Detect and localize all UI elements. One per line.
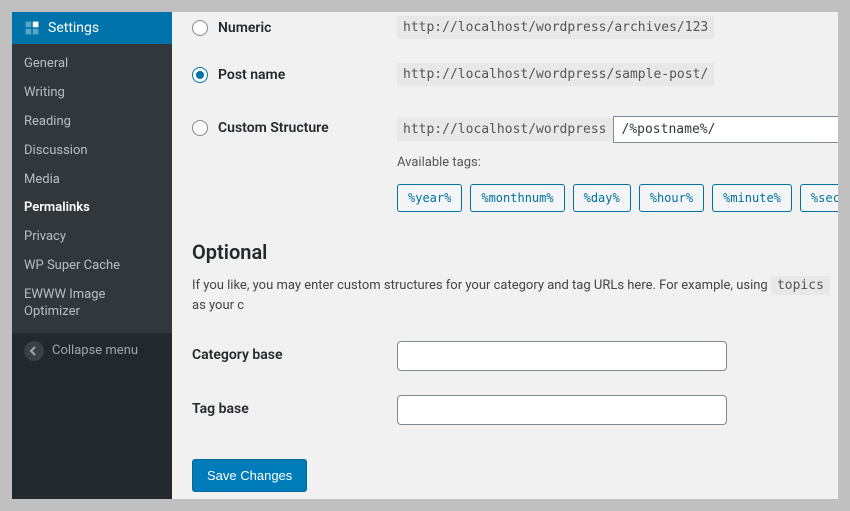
- radio-custom[interactable]: [192, 120, 208, 136]
- sidebar-heading-label: Settings: [48, 20, 99, 36]
- tag-hour[interactable]: %hour%: [639, 184, 704, 212]
- tag-day[interactable]: %day%: [573, 184, 631, 212]
- sidebar-item-permalinks[interactable]: Permalinks: [12, 194, 172, 223]
- collapse-label: Collapse menu: [52, 343, 138, 358]
- category-base-row: Category base: [192, 341, 838, 371]
- radio-postname-label: Post name: [218, 67, 285, 83]
- sidebar-item-general[interactable]: General: [12, 50, 172, 79]
- example-code: topics: [771, 276, 830, 295]
- radio-custom-label: Custom Structure: [218, 120, 329, 136]
- collapse-menu-button[interactable]: Collapse menu: [12, 333, 172, 369]
- sidebar-item-ewww[interactable]: EWWW Image Optimizer: [12, 281, 172, 327]
- category-base-input[interactable]: [397, 341, 727, 371]
- save-button[interactable]: Save Changes: [192, 459, 307, 492]
- tag-base-input[interactable]: [397, 395, 727, 425]
- category-base-label: Category base: [192, 341, 397, 363]
- sidebar-heading-settings[interactable]: Settings: [12, 12, 172, 44]
- tag-base-row: Tag base: [192, 395, 838, 425]
- custom-prefix: http://localhost/wordpress: [397, 118, 613, 141]
- optional-description: If you like, you may enter custom struct…: [192, 276, 838, 315]
- settings-icon: [24, 20, 40, 36]
- sidebar-item-privacy[interactable]: Privacy: [12, 223, 172, 252]
- radio-numeric-label: Numeric: [218, 20, 271, 36]
- content-area: Numeric http://localhost/wordpress/archi…: [172, 12, 838, 499]
- permalink-option-postname: Post name http://localhost/wordpress/sam…: [192, 63, 838, 86]
- sidebar-item-reading[interactable]: Reading: [12, 108, 172, 137]
- permalink-option-numeric: Numeric http://localhost/wordpress/archi…: [192, 16, 838, 39]
- radio-numeric[interactable]: [192, 20, 208, 36]
- postname-example: http://localhost/wordpress/sample-post/: [397, 63, 714, 86]
- tag-minute[interactable]: %minute%: [712, 184, 792, 212]
- custom-structure-input[interactable]: [613, 116, 839, 143]
- tag-monthnum[interactable]: %monthnum%: [470, 184, 564, 212]
- sidebar-item-writing[interactable]: Writing: [12, 79, 172, 108]
- sidebar-item-media[interactable]: Media: [12, 166, 172, 195]
- numeric-example: http://localhost/wordpress/archives/123: [397, 16, 714, 39]
- available-tags-label: Available tags:: [397, 155, 838, 170]
- radio-postname[interactable]: [192, 67, 208, 83]
- admin-sidebar: Settings General Writing Reading Discuss…: [12, 12, 172, 499]
- sidebar-item-wp-super-cache[interactable]: WP Super Cache: [12, 252, 172, 281]
- tag-year[interactable]: %year%: [397, 184, 462, 212]
- collapse-icon: [24, 341, 44, 361]
- available-tags: %year% %monthnum% %day% %hour% %minute% …: [397, 184, 838, 212]
- tag-second[interactable]: %second%: [800, 184, 838, 212]
- permalink-option-custom: Custom Structure http://localhost/wordpr…: [192, 116, 838, 212]
- sidebar-item-discussion[interactable]: Discussion: [12, 137, 172, 166]
- tag-base-label: Tag base: [192, 395, 397, 417]
- optional-heading: Optional: [192, 240, 838, 264]
